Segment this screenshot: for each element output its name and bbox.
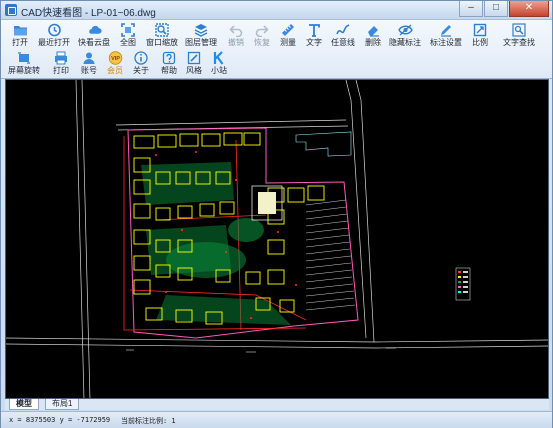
markup-scale-status: 当前标注比例: 1 [121, 417, 176, 425]
status-bar: x = 8375503 y = -7172959 当前标注比例: 1 [1, 411, 552, 428]
scale-label: 比例 [472, 38, 488, 47]
mini-site-button[interactable]: 小站 [202, 49, 236, 78]
rotate-label: 屏幕旋转 [8, 66, 40, 75]
street-lines [6, 80, 548, 398]
cyan-outline [295, 131, 352, 157]
minimize-button[interactable]: – [459, 1, 483, 17]
recent-label: 最近打开 [38, 38, 70, 47]
text-label: 文字 [306, 38, 322, 47]
text-icon [307, 22, 322, 37]
info-icon [134, 50, 149, 65]
window-zoom-button[interactable]: 窗口缩放 [142, 21, 182, 50]
title-bar: CAD快速看图 - LP-01~06.dwg – □ ✕ [1, 1, 552, 20]
cloud-button[interactable]: 快看云盘 [74, 21, 114, 50]
redo-label: 恢复 [254, 38, 270, 47]
cursor-coordinates: x = 8375503 y = -7172959 [9, 416, 111, 424]
app-window: CAD快速看图 - LP-01~06.dwg – □ ✕ 打开 最近打开 快看云… [0, 0, 553, 428]
redo-icon [255, 22, 270, 37]
hide-markup-label: 隐藏标注 [389, 38, 421, 47]
markup-settings-button[interactable]: 标注设置 [426, 21, 466, 50]
window-controls: – □ ✕ [459, 1, 549, 19]
print-icon [54, 50, 69, 65]
open-button[interactable]: 打开 [3, 21, 37, 50]
style-label: 风格 [186, 66, 202, 75]
folder-icon [13, 22, 28, 37]
cad-drawing [6, 80, 548, 398]
window-zoom-label: 窗口缩放 [146, 38, 178, 47]
scale-icon [473, 22, 488, 37]
landscape-green [141, 162, 291, 325]
help-icon [162, 50, 177, 65]
hide-markup-button[interactable]: 隐藏标注 [385, 21, 425, 50]
layers-icon [194, 22, 209, 37]
layout-tabs: 模型 布局1 [5, 399, 549, 410]
history-icon [47, 22, 62, 37]
text-search-icon [512, 22, 527, 37]
drawing-canvas[interactable] [5, 79, 549, 399]
layers-button[interactable]: 图层管理 [181, 21, 221, 50]
cloud-icon [87, 22, 102, 37]
freeline-icon [336, 22, 351, 37]
tab-model[interactable]: 模型 [9, 399, 39, 410]
measure-label: 测量 [280, 38, 296, 47]
k-logo-icon [212, 50, 227, 65]
vip-badge: VIP [111, 56, 120, 62]
layers-label: 图层管理 [185, 38, 217, 47]
vip-icon: VIP [108, 50, 123, 65]
help-label: 帮助 [161, 66, 177, 75]
rotate-screen-icon [17, 50, 32, 65]
text-search-button[interactable]: 文字查找 [499, 21, 539, 50]
fit-screen-icon [121, 22, 136, 37]
open-label: 打开 [12, 38, 28, 47]
freeline-button[interactable]: 任意线 [326, 21, 360, 50]
legend-block [455, 267, 471, 301]
eraser-icon [366, 22, 381, 37]
close-button[interactable]: ✕ [509, 1, 549, 17]
measure-icon [281, 22, 296, 37]
central-plaza [251, 185, 283, 221]
app-logo-icon [5, 4, 17, 16]
recent-button[interactable]: 最近打开 [34, 21, 74, 50]
account-label: 账号 [81, 66, 97, 75]
vip-label: 会员 [107, 66, 123, 75]
about-label: 关于 [133, 66, 149, 75]
eye-icon [397, 22, 413, 37]
rotate-button[interactable]: 屏幕旋转 [4, 49, 44, 78]
fullview-button[interactable]: 全图 [111, 21, 145, 50]
window-title: CAD快速看图 - LP-01~06.dwg [21, 8, 156, 19]
undo-label: 撤销 [228, 38, 244, 47]
markup-settings-icon [439, 22, 454, 37]
markup-settings-label: 标注设置 [430, 38, 462, 47]
print-label: 打印 [53, 66, 69, 75]
undo-icon [229, 22, 244, 37]
fullview-label: 全图 [120, 38, 136, 47]
delete-label: 删除 [365, 38, 381, 47]
cloud-label: 快看云盘 [78, 38, 110, 47]
tab-layout1[interactable]: 布局1 [45, 399, 80, 410]
scale-button[interactable]: 比例 [463, 21, 497, 50]
bottom-marks [126, 347, 396, 353]
zoom-window-icon [155, 22, 170, 37]
mini-site-label: 小站 [211, 66, 227, 75]
user-icon [82, 50, 97, 65]
style-icon [187, 50, 202, 65]
toolbar: 打开 最近打开 快看云盘 全图 窗口缩放 图层管理 撤销 恢复 测量 文字 任意… [1, 20, 552, 79]
text-search-label: 文字查找 [503, 38, 535, 47]
maximize-button[interactable]: □ [484, 1, 508, 17]
freeline-label: 任意线 [331, 38, 355, 47]
